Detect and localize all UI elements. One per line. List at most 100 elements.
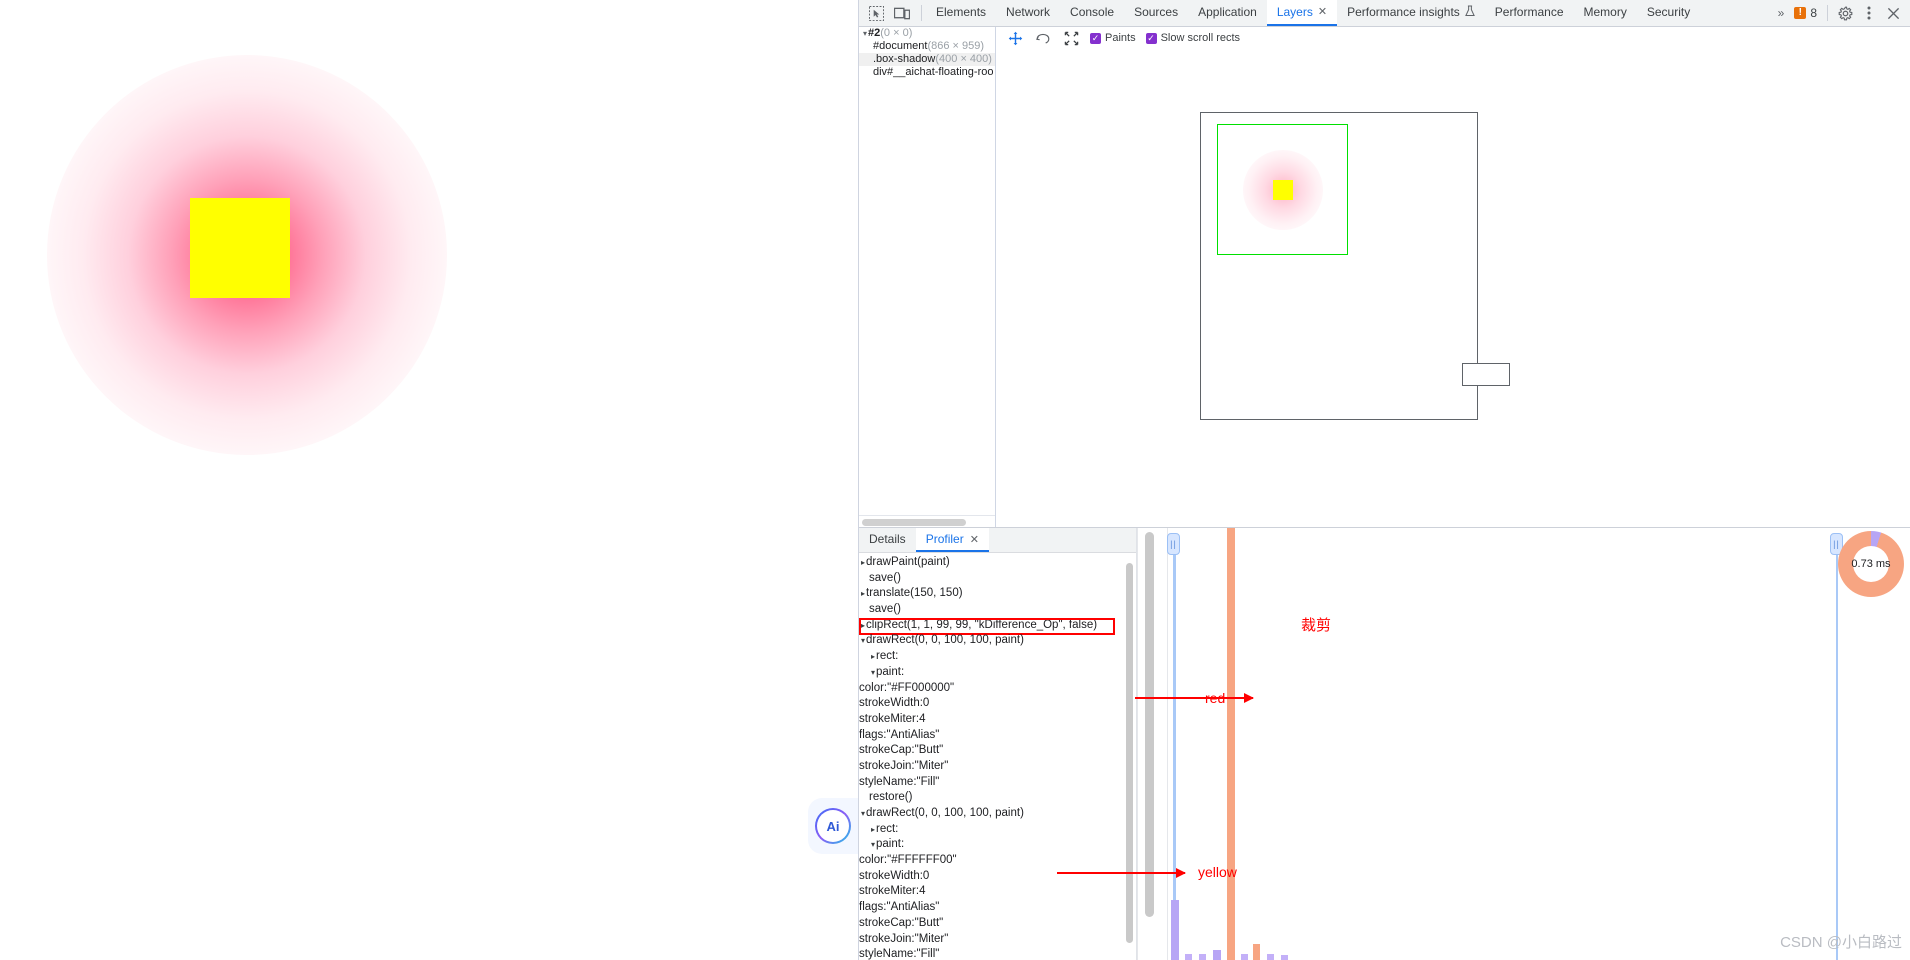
tab-label: Sources [1134, 5, 1179, 19]
paint-command[interactable]: styleName:"Fill" [859, 947, 1136, 960]
total-paint-time-donut: 0.73 ms [1838, 531, 1904, 597]
tab-close-icon[interactable]: ✕ [1318, 6, 1327, 18]
pan-move-icon[interactable] [1006, 29, 1024, 47]
timeline-playhead-right[interactable] [1835, 536, 1838, 960]
paint-command-list[interactable]: ▸drawPaint(paint) save() ▸translate(150, 1… [859, 553, 1136, 960]
paint-command-text: restore() [869, 791, 913, 804]
profiler-command-panel: Details Profiler ✕ ▸drawPaint(paint) save()… [859, 528, 1137, 960]
layer-tree-item[interactable]: #document(866 × 959) [859, 40, 995, 53]
paint-command[interactable]: flags:"AntiAlias" [859, 900, 1136, 916]
slow-scroll-rects-checkbox-row[interactable]: ✓ Slow scroll rects [1145, 32, 1241, 44]
gear-icon[interactable] [1834, 2, 1856, 24]
paint-command-text: strokeMiter:4 [859, 885, 926, 898]
timeline-divider-2 [1167, 528, 1168, 960]
paint-command[interactable]: ▸rect: [859, 649, 1136, 665]
paint-command-text: clipRect(1, 1, 99, 99, "kDifference_Op",… [866, 618, 1098, 631]
timeline-playhead[interactable] [1173, 536, 1176, 960]
layers-3d-view[interactable]: ✓ Paints ✓ Slow scroll rects [996, 27, 1910, 527]
layer-tree-item[interactable]: ▾#2(0 × 0) [859, 27, 995, 40]
tab-layers[interactable]: Layers ✕ [1266, 0, 1338, 26]
annotation-arrow-yellow [1057, 868, 1186, 878]
paint-command[interactable]: strokeWidth:0 [859, 696, 1136, 712]
slow-scroll-rects-checkbox[interactable]: ✓ [1145, 32, 1157, 44]
layer-tree-panel[interactable]: ▾#2(0 × 0) #document(866 × 959) .box-shado… [859, 27, 996, 527]
tab-sources[interactable]: Sources [1124, 0, 1188, 26]
drawer-tab-profiler[interactable]: Profiler ✕ [915, 528, 989, 552]
rotate-icon[interactable] [1034, 29, 1052, 47]
tab-security[interactable]: Security [1637, 0, 1700, 26]
tab-performance-insights[interactable]: Performance insights [1337, 0, 1485, 26]
paint-command[interactable]: save() [859, 602, 1136, 618]
tab-application[interactable]: Application [1188, 0, 1267, 26]
close-icon[interactable] [1882, 2, 1904, 24]
drawer-tab-details[interactable]: Details [859, 528, 916, 552]
layer-tree-horizontal-scrollbar[interactable] [859, 515, 995, 527]
timeline-playhead-handle[interactable]: || [1167, 533, 1180, 555]
expand-triangle-icon[interactable]: ▾ [871, 668, 875, 677]
paint-command-highlighted[interactable]: ▸clipRect(1, 1, 99, 99, "kDifference_Op"… [859, 617, 1136, 635]
timeline-bar [1185, 954, 1192, 960]
expand-triangle-icon[interactable]: ▾ [861, 809, 865, 818]
paints-checkbox-row[interactable]: ✓ Paints [1090, 32, 1136, 44]
profiler-timeline[interactable]: || || 0.73 ms [1137, 528, 1910, 960]
paint-command[interactable]: strokeMiter:4 [859, 884, 1136, 900]
device-toolbar-icon[interactable] [893, 4, 911, 22]
paint-command[interactable]: ▾drawRect(0, 0, 100, 100, paint) [859, 633, 1136, 649]
tab-label: Application [1198, 5, 1257, 19]
paint-command[interactable]: ▾drawRect(0, 0, 100, 100, paint) [859, 806, 1136, 822]
layer-tree-item[interactable]: .box-shadow(400 × 400) [859, 53, 995, 66]
command-list-scrollbar[interactable] [1124, 553, 1136, 960]
paint-command[interactable]: ▾paint: [859, 837, 1136, 853]
paint-command[interactable]: color:"#FFFFFF00" [859, 853, 1136, 869]
layer-tree-item[interactable]: div#__aichat-floating-roo [859, 66, 995, 79]
ai-chat-floating-button[interactable]: Ai [808, 798, 858, 854]
timeline-left-scroll-thumb[interactable] [1145, 532, 1154, 917]
tab-elements[interactable]: Elements [926, 0, 996, 26]
paint-command[interactable]: ▾paint: [859, 665, 1136, 681]
paint-command[interactable]: styleName:"Fill" [859, 775, 1136, 791]
reset-transform-icon[interactable] [1062, 29, 1080, 47]
paints-checkbox[interactable]: ✓ [1090, 32, 1101, 44]
paint-command[interactable]: save() [859, 571, 1136, 587]
tab-console[interactable]: Console [1060, 0, 1124, 26]
kebab-menu-icon[interactable] [1858, 2, 1880, 24]
paint-command-text: strokeMiter:4 [859, 712, 926, 725]
expand-triangle-icon[interactable]: ▾ [863, 29, 867, 38]
expand-triangle-icon[interactable]: ▸ [871, 652, 875, 661]
more-tabs-chevron-icon[interactable]: » [1773, 6, 1789, 20]
scrollbar-thumb[interactable] [1126, 563, 1133, 943]
paint-command[interactable]: color:"#FF000000" [859, 681, 1136, 697]
paint-command[interactable]: flags:"AntiAlias" [859, 728, 1136, 744]
aichat-layer-rect[interactable] [1462, 363, 1510, 386]
annotation-clip-label: 裁剪 [1301, 617, 1332, 634]
paint-command[interactable]: strokeMiter:4 [859, 712, 1136, 728]
paint-command[interactable]: ▸rect: [859, 822, 1136, 838]
paint-command[interactable]: strokeJoin:"Miter" [859, 759, 1136, 775]
paint-command[interactable]: ▸translate(150, 150) [859, 586, 1136, 602]
paint-command[interactable]: strokeCap:"Butt" [859, 916, 1136, 932]
paint-command[interactable]: restore() [859, 790, 1136, 806]
timeline-bar-selected [1227, 528, 1235, 960]
slow-scroll-rects-label: Slow scroll rects [1160, 32, 1241, 44]
expand-triangle-icon[interactable]: ▾ [861, 636, 865, 645]
tab-label: Console [1070, 5, 1115, 19]
paint-command[interactable]: ▸drawPaint(paint) [859, 555, 1136, 571]
paint-command[interactable]: strokeJoin:"Miter" [859, 932, 1136, 948]
expand-triangle-icon[interactable]: ▸ [861, 621, 865, 630]
tab-memory[interactable]: Memory [1574, 0, 1637, 26]
inspect-element-icon[interactable] [867, 4, 885, 22]
tab-performance[interactable]: Performance [1485, 0, 1574, 26]
layers-3d-toolbar: ✓ Paints ✓ Slow scroll rects [996, 27, 1910, 49]
drawer-tab-close-icon[interactable]: ✕ [970, 533, 979, 546]
warning-badge[interactable]: ! 8 [1790, 6, 1821, 20]
expand-triangle-icon[interactable]: ▸ [861, 558, 865, 567]
tab-label: Performance insights [1347, 5, 1460, 19]
scrollbar-thumb[interactable] [862, 519, 966, 526]
paint-command-text: save() [869, 603, 901, 616]
expand-triangle-icon[interactable]: ▸ [861, 589, 865, 598]
expand-triangle-icon[interactable]: ▸ [871, 825, 875, 834]
expand-triangle-icon[interactable]: ▾ [871, 840, 875, 849]
paint-command[interactable]: strokeCap:"Butt" [859, 743, 1136, 759]
tab-network[interactable]: Network [996, 0, 1060, 26]
timeline-bar [1253, 944, 1260, 960]
